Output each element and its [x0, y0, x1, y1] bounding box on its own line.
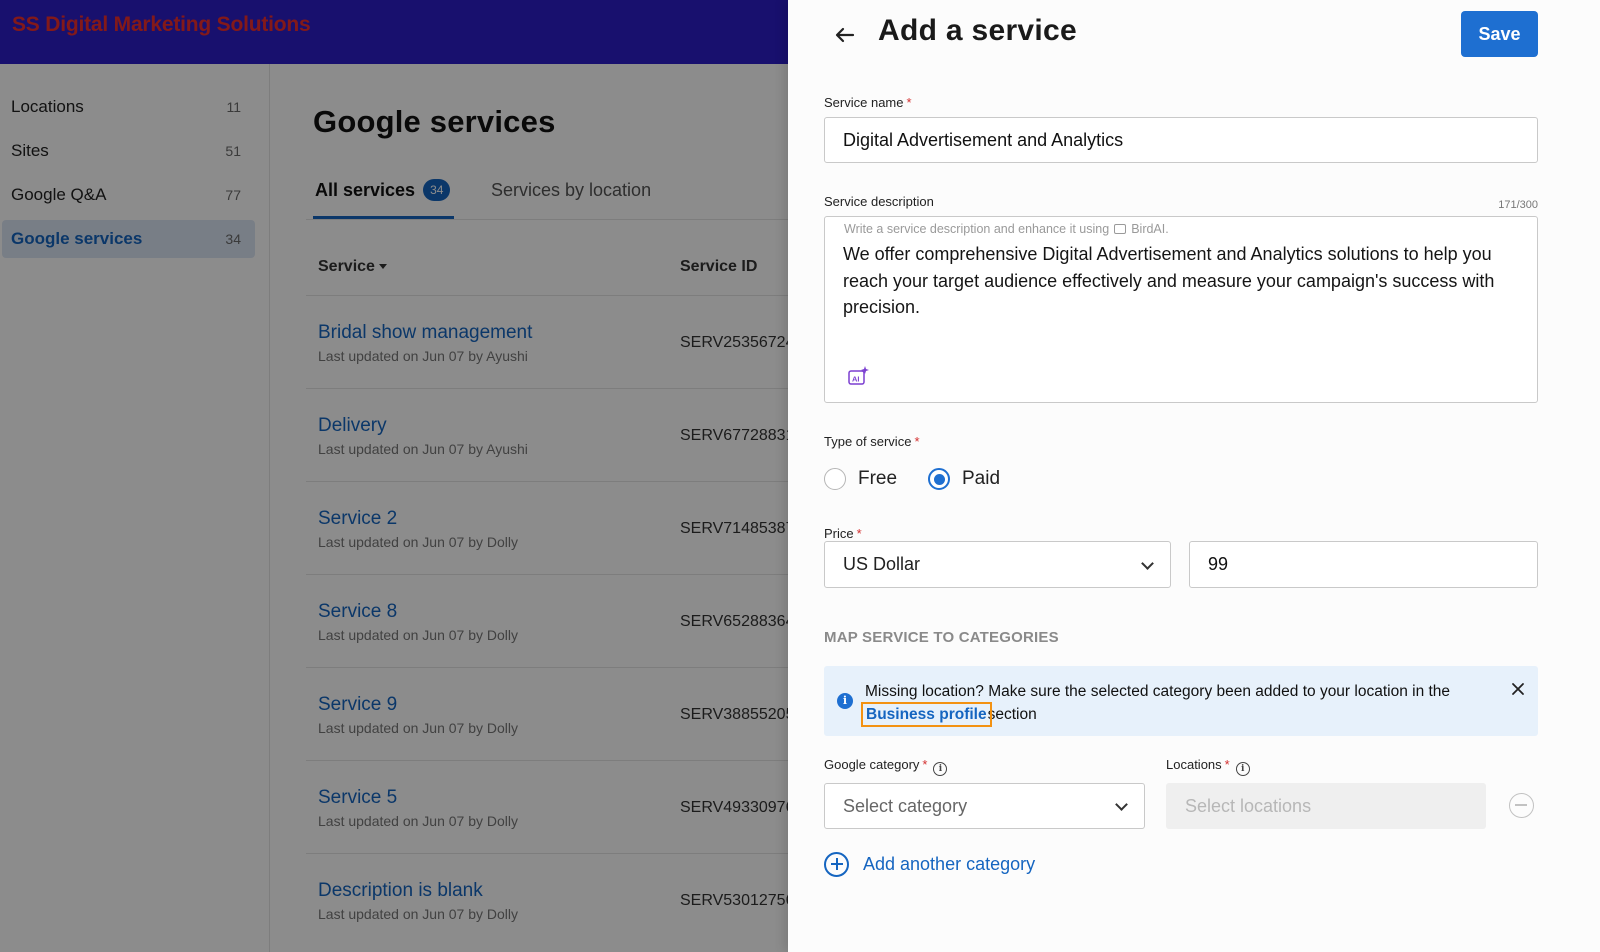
- birdai-icon: [1114, 224, 1127, 234]
- radio-label: Paid: [962, 468, 1001, 489]
- remove-category-icon[interactable]: [1509, 793, 1534, 818]
- required-asterisk: *: [922, 757, 928, 772]
- required-asterisk: *: [906, 95, 912, 110]
- banner-text-after: section: [987, 706, 1037, 723]
- required-asterisk: *: [1224, 757, 1230, 772]
- section-heading: MAP SERVICE TO CATEGORIES: [824, 629, 1059, 646]
- drawer-title: Add a service: [878, 14, 1078, 47]
- banner-text-before: Missing location? Make sure the selected…: [865, 683, 1451, 700]
- banner-message: Missing location? Make sure the selected…: [861, 680, 1485, 727]
- ai-sparkle-icon[interactable]: AI: [847, 365, 869, 387]
- field-label-text: Price: [824, 526, 854, 541]
- back-arrow-icon[interactable]: [832, 22, 858, 48]
- add-another-category-button[interactable]: Add another category: [824, 850, 1035, 878]
- radio-circle-selected[interactable]: [928, 468, 950, 490]
- chevron-down-icon: [1141, 556, 1154, 570]
- currency-select[interactable]: US Dollar: [824, 541, 1171, 588]
- svg-text:AI: AI: [852, 375, 860, 384]
- field-label-text: Locations: [1166, 757, 1222, 772]
- info-banner: i Missing location? Make sure the select…: [824, 666, 1538, 736]
- hint-text: Write a service description and enhance …: [844, 222, 1110, 236]
- modal-backdrop[interactable]: [0, 0, 788, 952]
- hint-brand: BirdAI.: [1131, 222, 1169, 236]
- required-asterisk: *: [856, 526, 862, 541]
- google-category-select[interactable]: Select category: [824, 783, 1145, 829]
- close-icon[interactable]: [1510, 681, 1526, 697]
- info-icon[interactable]: i: [933, 762, 948, 776]
- add-service-drawer: Add a service Save Service name* Service…: [788, 0, 1600, 952]
- field-label-text: Type of service: [824, 434, 912, 449]
- locations-label: Locations * i: [1166, 757, 1250, 776]
- currency-value: US Dollar: [843, 554, 921, 574]
- radio-free[interactable]: Free: [824, 466, 897, 492]
- price-label: Price *: [824, 526, 862, 541]
- chevron-down-icon: [1115, 798, 1128, 811]
- info-icon[interactable]: i: [1235, 762, 1250, 776]
- service-description-textarea[interactable]: Write a service description and enhance …: [824, 216, 1538, 403]
- service-name-input[interactable]: [824, 117, 1538, 163]
- info-icon: i: [837, 693, 853, 709]
- add-circle-icon: [824, 851, 849, 877]
- select-placeholder: Select category: [843, 795, 968, 816]
- service-description-label: Service description: [824, 194, 934, 209]
- locations-select-disabled: Select locations: [1166, 783, 1486, 829]
- type-of-service-label: Type of service *: [824, 434, 920, 449]
- radio-label: Free: [858, 468, 898, 489]
- field-label-text: Service name: [824, 95, 904, 110]
- google-category-label: Google category * i: [824, 757, 948, 776]
- service-name-label: Service name *: [824, 95, 912, 110]
- price-amount-input[interactable]: [1189, 541, 1538, 588]
- business-profile-link[interactable]: Business profile: [861, 702, 992, 727]
- add-category-label: Add another category: [863, 853, 1036, 874]
- field-label-text: Google category: [824, 757, 920, 772]
- required-asterisk: *: [914, 434, 920, 449]
- radio-circle[interactable]: [824, 468, 846, 490]
- description-hint: Write a service description and enhance …: [844, 222, 1169, 236]
- character-counter: 171/300: [1498, 199, 1538, 211]
- description-value[interactable]: We offer comprehensive Digital Advertise…: [843, 241, 1523, 321]
- save-button[interactable]: Save: [1461, 11, 1538, 57]
- radio-paid[interactable]: Paid: [928, 466, 1000, 492]
